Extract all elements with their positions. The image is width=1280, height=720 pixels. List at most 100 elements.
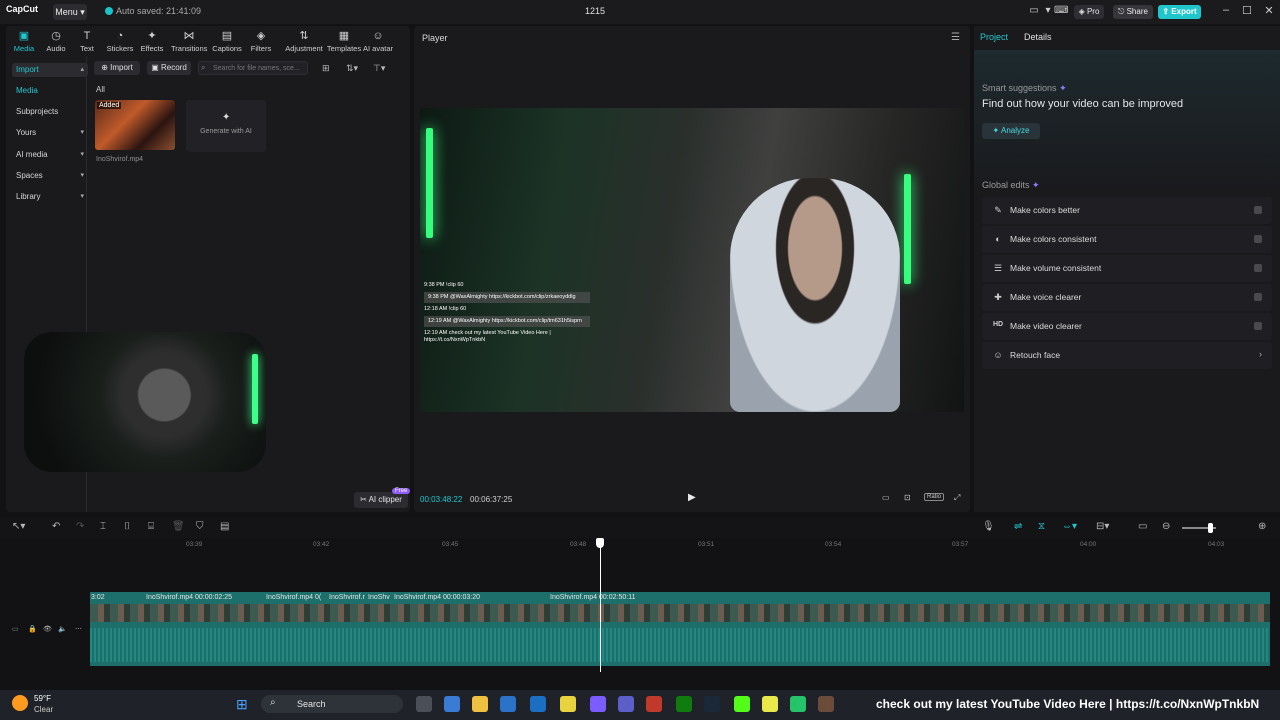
outlook-icon[interactable] — [530, 696, 546, 712]
tab-project[interactable]: Project — [980, 32, 1008, 42]
import-button[interactable]: ⊕ Import — [94, 61, 140, 75]
link-icon[interactable]: ⇌ — [1014, 521, 1022, 532]
app-icon[interactable] — [646, 696, 662, 712]
zoom-in-icon[interactable]: ⊕ — [1258, 521, 1266, 532]
app-icon[interactable] — [444, 696, 460, 712]
clip-label[interactable]: InoShv — [368, 594, 390, 601]
app-icon[interactable] — [818, 696, 834, 712]
preview-axis-icon[interactable]: ⇔▾ — [1062, 521, 1077, 532]
ai-tool-icon[interactable]: ▤ — [220, 521, 229, 532]
toggle-switch[interactable] — [1254, 322, 1262, 330]
share-button[interactable]: ⎋ Share — [1113, 5, 1153, 19]
sort-icon[interactable]: ⇅▾ — [346, 63, 358, 74]
maximize-icon[interactable]: ☐ — [1240, 4, 1254, 17]
undo-icon[interactable]: ↶ — [52, 521, 60, 532]
record-button[interactable]: ▣ Record — [147, 61, 191, 75]
file-explorer-icon[interactable] — [472, 696, 488, 712]
redo-icon[interactable]: ↷ — [76, 521, 84, 532]
tab-text[interactable]: T Text — [69, 30, 105, 53]
video-preview[interactable]: 9:38 PM !clip 60 9:38 PM @WaxAlmighty ht… — [420, 108, 964, 412]
playhead-handle[interactable] — [596, 538, 604, 548]
crop-icon[interactable]: ⊡ — [904, 493, 911, 502]
tab-adjustment[interactable]: ⇅ Adjustment — [282, 30, 326, 53]
tab-stickers[interactable]: ◔ Stickers — [102, 30, 138, 53]
store-icon[interactable] — [500, 696, 516, 712]
split-right-icon[interactable]: ⌸ — [148, 521, 154, 532]
speaker-icon[interactable]: 🔈 — [58, 625, 67, 633]
sidebar-item-yours[interactable]: Yours ▾ — [12, 126, 88, 140]
edit-make-video-clearer[interactable]: HD Make video clearer — [982, 313, 1272, 340]
sidebar-item-import[interactable]: Import ▴ — [12, 63, 88, 77]
tab-filters[interactable]: ◈ Filters — [243, 30, 279, 53]
edit-make-colors-consistent[interactable]: ◐ Make colors consistent — [982, 226, 1272, 253]
expand-icon[interactable]: ⤢ — [954, 493, 960, 503]
export-button[interactable]: ⇪ Export — [1158, 5, 1201, 19]
analyze-button[interactable]: ✦ Analyze — [982, 123, 1040, 139]
teams-icon[interactable] — [618, 696, 634, 712]
track-cover-icon[interactable]: ▭ — [12, 625, 19, 633]
clip-label[interactable]: InoShvirof.mp4 00:00:03:20 — [394, 594, 480, 601]
sidebar-item-spaces[interactable]: Spaces ▾ — [12, 169, 88, 183]
playhead[interactable] — [600, 538, 601, 672]
pro-button[interactable]: ◈ Pro — [1074, 5, 1104, 19]
edit-make-colors-better[interactable]: ✎ Make colors better — [982, 197, 1272, 224]
xbox-icon[interactable] — [676, 696, 692, 712]
filter-icon[interactable]: ⊤▾ — [373, 63, 385, 74]
edit-make-voice-clearer[interactable]: ✚ Make voice clearer — [982, 284, 1272, 311]
clip-label[interactable]: InoShvirof.mp4 00:00:02:25 — [146, 594, 232, 601]
project-name[interactable]: 1215 — [585, 6, 605, 16]
marker-icon[interactable]: ⛉ — [196, 521, 204, 532]
player-menu-icon[interactable]: ☰ — [951, 32, 960, 43]
tab-media[interactable]: ▣ Media — [6, 30, 42, 53]
toggle-switch[interactable] — [1254, 206, 1262, 214]
tab-transitions[interactable]: ⋈ Transitions — [171, 30, 207, 53]
clip-label[interactable]: 3:02 — [91, 594, 105, 601]
task-view-icon[interactable] — [416, 696, 432, 712]
ratio-button[interactable]: Ratio — [924, 493, 945, 501]
split-left-icon[interactable]: ⌷ — [124, 521, 130, 532]
media-search-input[interactable]: Search for file names, sce... — [198, 61, 308, 75]
minimize-icon[interactable]: – — [1219, 4, 1233, 16]
tab-captions[interactable]: ▤ Captions — [209, 30, 245, 53]
weather-condition[interactable]: Clear — [34, 705, 53, 714]
clip-label[interactable]: InoShvirof.mp4 00:02:50:11 — [550, 594, 635, 601]
delete-icon[interactable]: 🗑 — [172, 521, 185, 532]
caption-icon[interactable]: ▭ — [1138, 521, 1147, 532]
tab-effects[interactable]: ✦ Effects — [134, 30, 170, 53]
video-track[interactable] — [90, 592, 1270, 666]
app-icon[interactable] — [762, 696, 778, 712]
view-toggle-icon[interactable]: ⊞ — [322, 63, 330, 74]
split-screen-icon[interactable]: ⊟▾ — [1096, 521, 1109, 532]
sidebar-item-ai-media[interactable]: AI media ▾ — [12, 148, 88, 162]
toggle-switch[interactable] — [1254, 235, 1262, 243]
ai-clipper-button[interactable]: ✂ AI clipper — [354, 492, 408, 508]
weather-temp[interactable]: 59°F — [34, 694, 51, 703]
windows-start-icon[interactable]: ⊞ — [236, 696, 248, 713]
app-icon[interactable] — [790, 696, 806, 712]
toggle-switch[interactable] — [1254, 293, 1262, 301]
clip-label[interactable]: InoShvirof.r — [329, 594, 365, 601]
shortcuts-icon[interactable]: ⌨ — [1054, 5, 1068, 17]
steam-icon[interactable] — [704, 696, 720, 712]
more-icon[interactable]: ⋯ — [75, 625, 82, 633]
zoom-slider-handle[interactable] — [1208, 523, 1213, 533]
sticky-notes-icon[interactable] — [560, 696, 576, 712]
fullscreen-preview-icon[interactable]: ▭ — [882, 493, 890, 502]
sidebar-item-media[interactable]: Media — [12, 84, 88, 98]
generate-ai-card[interactable]: ✦ Generate with AI — [186, 100, 266, 152]
edit-retouch-face[interactable]: ☺ Retouch face › — [982, 342, 1272, 369]
toggle-switch[interactable] — [1254, 264, 1262, 272]
sidebar-item-subprojects[interactable]: Subprojects — [12, 105, 88, 119]
edit-make-volume-consistent[interactable]: ☰ Make volume consistent — [982, 255, 1272, 282]
play-button[interactable]: ▶ — [688, 492, 696, 503]
filter-all-label[interactable]: All — [96, 85, 105, 94]
select-tool-icon[interactable]: ↖▾ — [12, 521, 25, 532]
weather-icon[interactable] — [12, 695, 28, 711]
clip-label[interactable]: InoShvirof.mp4 0( — [266, 594, 321, 601]
taskbar-search[interactable]: Search — [261, 695, 403, 713]
split-icon[interactable]: ⌶ — [100, 521, 106, 532]
zoom-out-icon[interactable]: ⊖ — [1162, 521, 1170, 532]
layout-menu-icon[interactable]: ▾ — [1042, 5, 1054, 17]
tab-details[interactable]: Details — [1024, 32, 1052, 42]
tab-ai-avatar[interactable]: ☺ AI avatar — [358, 30, 398, 53]
